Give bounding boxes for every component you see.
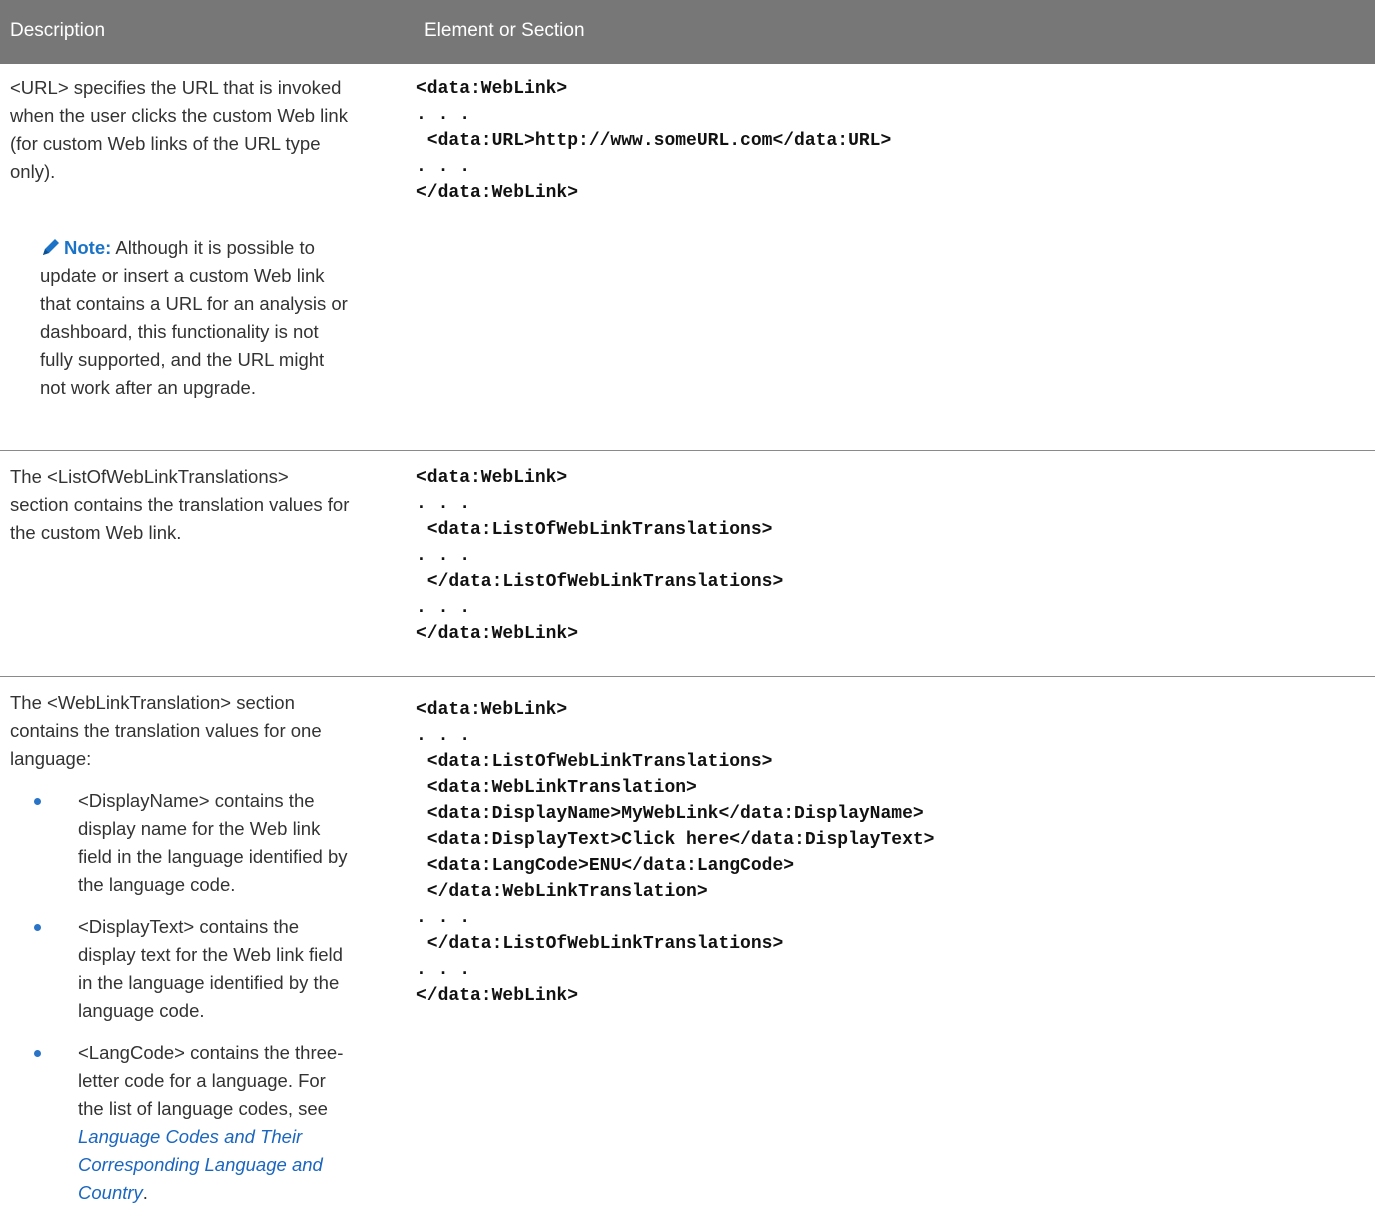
language-codes-link[interactable]: Language Codes and Their Corresponding L… bbox=[78, 1126, 323, 1203]
note-label: Note: bbox=[64, 237, 112, 258]
code-line: </data:WebLink> bbox=[416, 183, 579, 203]
column-header-element-or-section: Element or Section bbox=[424, 20, 585, 41]
table-header: Description Element or Section bbox=[0, 0, 1375, 64]
list-item-text: <DisplayText> contains the display text … bbox=[78, 916, 343, 1021]
code-line: . . . bbox=[416, 960, 471, 980]
bullet-icon bbox=[34, 798, 41, 805]
list-item-text: <DisplayName> contains the display name … bbox=[78, 790, 348, 895]
code-line: . . . bbox=[416, 157, 471, 177]
code-line: <data:URL>http://www.someURL.com</data:U… bbox=[416, 131, 892, 151]
code-line: </data:WebLink> bbox=[416, 624, 579, 644]
description-text: The <WebLinkTranslation> section contain… bbox=[10, 692, 322, 769]
list-item-text-before: <LangCode> contains the three-letter cod… bbox=[78, 1042, 344, 1119]
code-sample: <data:WebLink> . . . <data:ListOfWebLinkT… bbox=[416, 697, 934, 1009]
code-line: <data:WebLink> bbox=[416, 468, 568, 488]
column-header-description: Description bbox=[10, 20, 106, 41]
bullet-list: <DisplayName> contains the display name … bbox=[34, 787, 356, 1221]
description-text: The <ListOfWebLinkTranslations> section … bbox=[10, 466, 350, 543]
code-line: <data:DisplayName>MyWebLink</data:Displa… bbox=[416, 804, 924, 824]
code-line: <data:WebLinkTranslation> bbox=[416, 778, 697, 798]
bullet-icon bbox=[34, 1050, 41, 1057]
code-line: . . . bbox=[416, 726, 471, 746]
description-text: <URL> specifies the URL that is invoked … bbox=[10, 77, 348, 182]
code-line: . . . bbox=[416, 546, 471, 566]
code-line: <data:ListOfWebLinkTranslations> bbox=[416, 752, 773, 772]
code-line: <data:WebLink> bbox=[416, 79, 568, 99]
code-line: <data:ListOfWebLinkTranslations> bbox=[416, 520, 773, 540]
code-line: <data:WebLink> bbox=[416, 700, 568, 720]
bullet-icon bbox=[34, 924, 41, 931]
code-sample: <data:WebLink> . . . <data:ListOfWebLinkT… bbox=[416, 465, 783, 647]
code-sample: <data:WebLink> . . . <data:URL>http://www… bbox=[416, 76, 891, 206]
code-line: </data:WebLink> bbox=[416, 986, 579, 1006]
code-line: </data:ListOfWebLinkTranslations> bbox=[416, 934, 784, 954]
code-line: . . . bbox=[416, 598, 471, 618]
code-line: <data:DisplayText>Click here</data:Displ… bbox=[416, 830, 935, 850]
row-description: The <WebLinkTranslation> section contain… bbox=[10, 689, 350, 773]
note-text: Although it is possible to update or ins… bbox=[40, 237, 348, 398]
pencil-icon bbox=[40, 236, 62, 258]
list-item: <DisplayName> contains the display name … bbox=[34, 787, 356, 899]
table-row: The <ListOfWebLinkTranslations> section … bbox=[0, 451, 1375, 676]
note-callout: Note: Although it is possible to update … bbox=[40, 234, 350, 402]
list-item: <DisplayText> contains the display text … bbox=[34, 913, 356, 1025]
code-line: . . . bbox=[416, 494, 471, 514]
reference-table: Description Element or Section <URL> spe… bbox=[0, 0, 1375, 1203]
table-row: The <WebLinkTranslation> section contain… bbox=[0, 677, 1375, 1204]
list-item-text-after: . bbox=[142, 1182, 148, 1203]
code-line: . . . bbox=[416, 105, 471, 125]
code-line: <data:LangCode>ENU</data:LangCode> bbox=[416, 856, 795, 876]
list-item: <LangCode> contains the three-letter cod… bbox=[34, 1039, 356, 1207]
code-line: </data:WebLinkTranslation> bbox=[416, 882, 708, 902]
code-line: </data:ListOfWebLinkTranslations> bbox=[416, 572, 784, 592]
code-line: . . . bbox=[416, 908, 471, 928]
row-description: The <ListOfWebLinkTranslations> section … bbox=[10, 463, 350, 547]
row-description: <URL> specifies the URL that is invoked … bbox=[10, 74, 350, 186]
